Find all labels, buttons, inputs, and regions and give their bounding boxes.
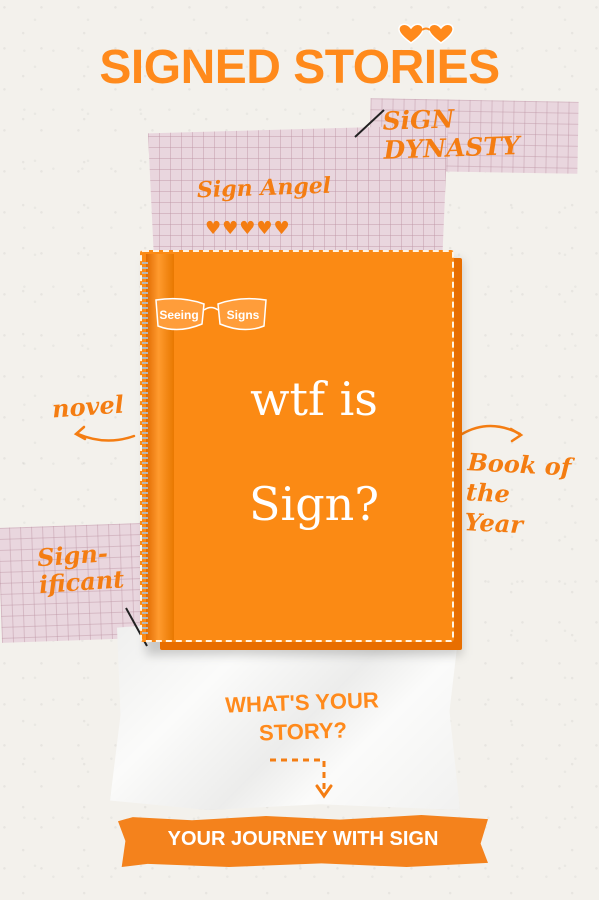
cta-label: YOUR JOURNEY WITH SIGN <box>167 828 439 850</box>
pointer-line-dynasty <box>354 109 385 138</box>
sign-dynasty-label: SiGN DYNASTY <box>382 104 521 165</box>
book-cover: Seeing Signs wtf is Sign? <box>140 250 454 642</box>
sign-angel-label: Sign Angel <box>196 172 332 204</box>
heart-glasses-icon <box>398 23 454 44</box>
arrow-curve-left-icon <box>73 425 136 442</box>
novel-label: novel <box>51 389 125 424</box>
spiral-binding <box>142 262 148 637</box>
page-title: SIGNED STORIES <box>99 41 500 94</box>
arrow-curve-right-icon <box>460 424 524 443</box>
badge-signs: Signs <box>227 308 260 322</box>
hearts-row: ♥♥♥♥♥ <box>205 218 291 239</box>
question-text: WHAT'S YOUR STORY? <box>224 687 380 746</box>
seeing-signs-badge: Seeing Signs <box>155 297 267 331</box>
dashed-arrow-down-icon <box>270 758 333 799</box>
book: Seeing Signs wtf is Sign? <box>140 250 462 655</box>
cover-title-line2: Sign? <box>249 477 379 531</box>
cover-title-line1: wtf is <box>250 372 378 426</box>
badge-seeing: Seeing <box>159 308 198 322</box>
book-of-the-year-label: Book of the Year <box>463 447 572 540</box>
